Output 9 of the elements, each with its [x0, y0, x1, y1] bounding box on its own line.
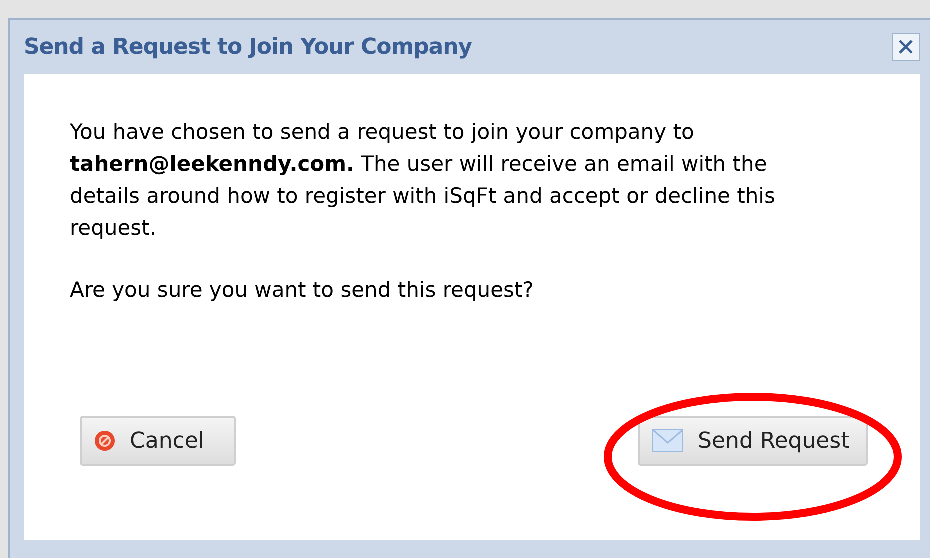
message-text: You have chosen to send a request to join your company to tahern@leekenndy.com. The user will receive an email with the details around how to register with iSqFt and accept or decline this request.: [70, 119, 776, 242]
envelope-icon: [652, 429, 684, 453]
cancel-icon: [94, 430, 116, 452]
cancel-button[interactable]: Cancel: [80, 416, 236, 466]
question-text: Are you sure you want to send this request?: [70, 277, 535, 304]
close-icon: [898, 39, 914, 55]
dialog-title: Send a Request to Join Your Company: [24, 34, 472, 62]
send-request-button[interactable]: Send Request: [638, 416, 868, 466]
close-button[interactable]: [892, 33, 920, 61]
